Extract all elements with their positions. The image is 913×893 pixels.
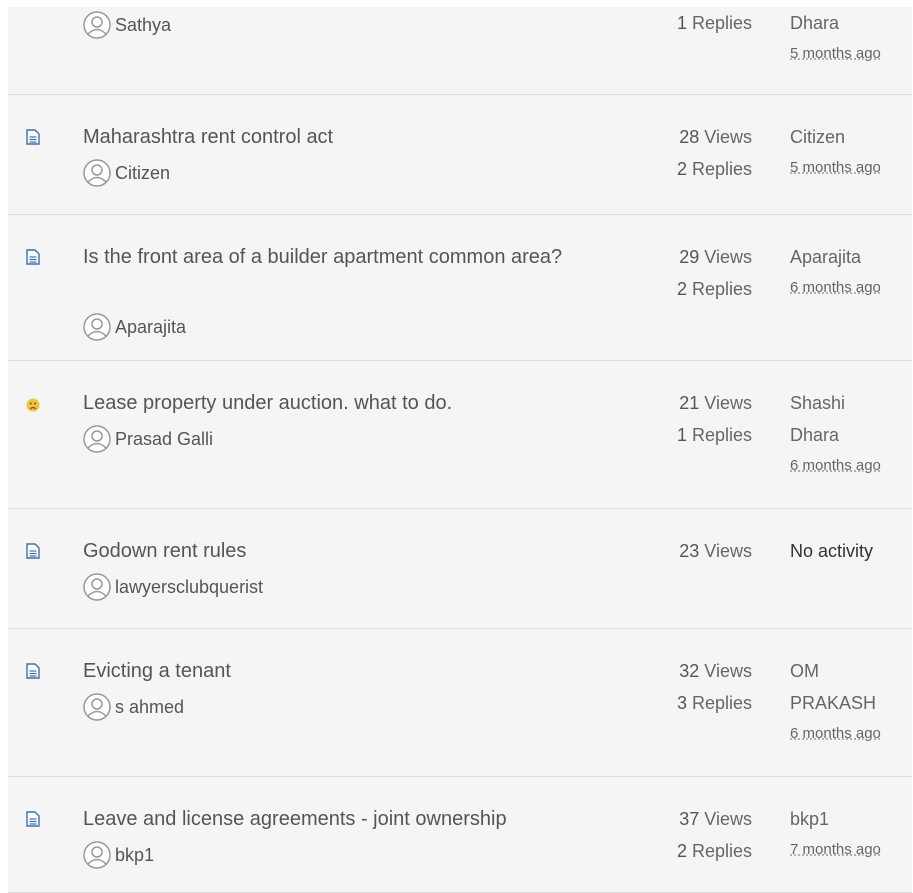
last-activity: No activity	[790, 535, 910, 567]
last-activity: Aparajita 6 months ago	[790, 241, 910, 303]
last-activity: Shashi Dhara 6 months ago	[790, 387, 890, 481]
topic-stats: 23 Views	[679, 535, 752, 567]
last-time[interactable]: 6 months ago	[790, 451, 890, 481]
topic-author[interactable]: Sathya	[83, 11, 171, 39]
document-icon	[26, 543, 40, 559]
topic-stats: 28 Views 2 Replies	[677, 121, 752, 185]
last-activity: Citizen 5 months ago	[790, 121, 910, 183]
last-time[interactable]: 7 months ago	[790, 835, 910, 865]
avatar-icon	[83, 841, 111, 869]
topic-row: Maharashtra rent control act Citizen 28 …	[8, 95, 912, 215]
document-icon	[26, 249, 40, 265]
topic-title[interactable]: Evicting a tenant	[83, 655, 603, 687]
no-activity-label: No activity	[790, 541, 874, 561]
last-activity: bkp1 7 months ago	[790, 803, 910, 865]
document-icon	[26, 811, 40, 827]
topic-stats: 29 Views 2 Replies	[677, 241, 752, 305]
topic-stats: 32 Views 3 Replies	[677, 655, 752, 719]
view-count: 28	[679, 127, 700, 147]
reply-count: 1	[676, 13, 687, 33]
topic-row: Evicting a tenant s ahmed 32 Views 3 Rep…	[8, 629, 912, 777]
sad-face-icon	[26, 398, 40, 412]
views-label: Views	[704, 393, 752, 413]
topic-title[interactable]: Is the front area of a builder apartment…	[83, 241, 603, 273]
reply-count: 2	[676, 279, 687, 299]
view-count: 23	[679, 541, 700, 561]
topic-author[interactable]: Citizen	[83, 159, 170, 187]
topic-stats: 21 Views 1 Replies	[677, 387, 752, 451]
author-name: Sathya	[115, 14, 172, 35]
view-count: 32	[679, 661, 700, 681]
author-name: s ahmed	[115, 696, 185, 717]
document-icon	[26, 129, 40, 145]
topic-row: Sathya 1 Replies Dhara 5 months ago	[8, 7, 912, 95]
topic-author[interactable]: Aparajita	[83, 313, 186, 341]
replies-label: Replies	[691, 693, 752, 713]
views-label: Views	[704, 127, 752, 147]
reply-count: 2	[676, 841, 687, 861]
avatar-icon	[83, 573, 111, 601]
last-activity: Dhara 5 months ago	[790, 7, 910, 69]
document-icon	[26, 663, 40, 679]
last-user[interactable]: Citizen	[790, 121, 910, 153]
topic-row: Godown rent rules lawyersclubquerist 23 …	[8, 509, 912, 629]
last-user[interactable]: OM PRAKASH	[790, 655, 890, 719]
view-count: 29	[679, 247, 700, 267]
last-time[interactable]: 6 months ago	[790, 273, 910, 303]
replies-label: Replies	[691, 841, 752, 861]
author-name: Prasad Galli	[115, 428, 214, 449]
replies-label: Replies	[691, 13, 752, 33]
topic-row: Lease property under auction. what to do…	[8, 361, 912, 509]
topic-author[interactable]: Prasad Galli	[83, 425, 213, 453]
topic-stats: 37 Views 2 Replies	[677, 803, 752, 867]
views-label: Views	[704, 541, 752, 561]
replies-label: Replies	[691, 279, 752, 299]
last-user[interactable]: Aparajita	[790, 241, 910, 273]
topic-title[interactable]: Leave and license agreements - joint own…	[83, 803, 603, 835]
topic-row: Leave and license agreements - joint own…	[8, 777, 912, 893]
views-label: Views	[704, 247, 752, 267]
avatar-icon	[83, 11, 111, 39]
reply-count: 3	[676, 693, 687, 713]
topic-author[interactable]: bkp1	[83, 841, 154, 869]
topic-title[interactable]: Lease property under auction. what to do…	[83, 387, 603, 419]
author-name: Aparajita	[115, 316, 187, 337]
replies-label: Replies	[691, 159, 752, 179]
avatar-icon	[83, 159, 111, 187]
last-user[interactable]: bkp1	[790, 803, 910, 835]
last-time[interactable]: 5 months ago	[790, 39, 910, 69]
author-name: lawyersclubquerist	[115, 576, 264, 597]
reply-count: 2	[676, 159, 687, 179]
avatar-icon	[83, 693, 111, 721]
reply-count: 1	[676, 425, 687, 445]
view-count: 21	[679, 393, 700, 413]
avatar-icon	[83, 425, 111, 453]
views-label: Views	[704, 809, 752, 829]
topic-list: Sathya 1 Replies Dhara 5 months ago Maha…	[8, 7, 912, 893]
author-name: Citizen	[115, 162, 171, 183]
last-user[interactable]: Dhara	[790, 7, 910, 39]
last-time[interactable]: 6 months ago	[790, 719, 890, 749]
topic-author[interactable]: s ahmed	[83, 693, 184, 721]
topic-title[interactable]: Godown rent rules	[83, 535, 603, 567]
avatar-icon	[83, 313, 111, 341]
replies-label: Replies	[691, 425, 752, 445]
topic-author[interactable]: lawyersclubquerist	[83, 573, 263, 601]
last-activity: OM PRAKASH 6 months ago	[790, 655, 890, 749]
topic-row: Is the front area of a builder apartment…	[8, 215, 912, 361]
author-name: bkp1	[115, 844, 155, 865]
last-time[interactable]: 5 months ago	[790, 153, 910, 183]
last-user[interactable]: Shashi Dhara	[790, 387, 890, 451]
views-label: Views	[704, 661, 752, 681]
topic-stats: 1 Replies	[677, 7, 752, 39]
view-count: 37	[679, 809, 700, 829]
topic-title[interactable]: Maharashtra rent control act	[83, 121, 603, 153]
